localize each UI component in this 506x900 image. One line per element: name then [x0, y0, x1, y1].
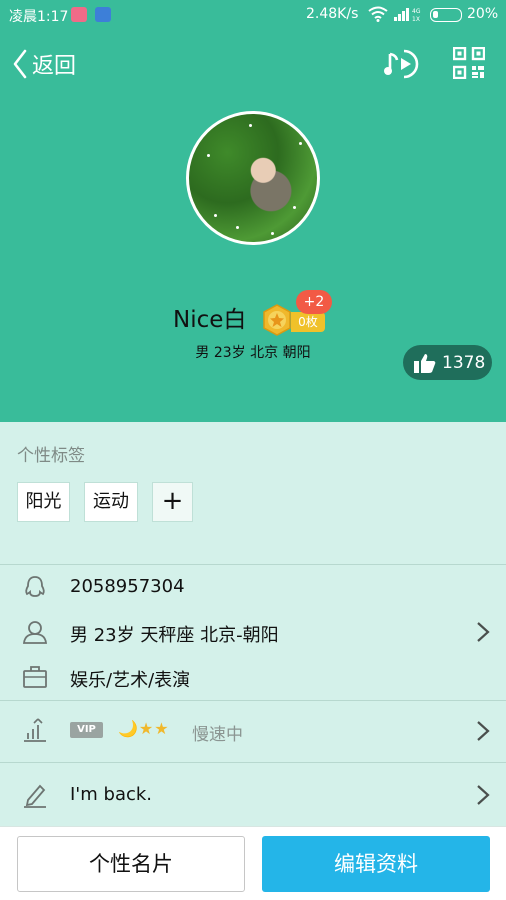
status-bar: 凌晨1:17 2.48K/s 4G 1X 20% — [0, 0, 506, 30]
chevron-right-icon[interactable] — [476, 720, 490, 742]
notification-app-icon — [71, 7, 87, 22]
like-count: 1378 — [442, 352, 486, 373]
battery-icon — [430, 8, 462, 22]
music-play-icon[interactable] — [384, 46, 422, 82]
signal-icon: 4G 1X — [394, 8, 421, 22]
chevron-right-icon[interactable] — [476, 784, 490, 806]
svg-text:4G: 4G — [412, 8, 421, 15]
signature: I'm back. — [70, 784, 153, 805]
briefcase-icon — [23, 666, 47, 688]
medal-icon[interactable] — [262, 304, 292, 336]
battery-percent: 20% — [467, 6, 499, 22]
medal-count: 0枚 — [291, 312, 325, 332]
medal-plus-badge: +2 — [296, 290, 332, 314]
chevron-right-icon[interactable] — [476, 621, 490, 643]
edit-profile-button[interactable]: 编辑资料 — [262, 836, 490, 892]
divider — [0, 700, 506, 701]
net-speed: 2.48K/s — [306, 6, 359, 22]
level-icons: 🌙★★ — [118, 719, 170, 738]
back-label: 返回 — [32, 54, 77, 79]
qq-number: 2058957304 — [70, 576, 185, 597]
personal-card-button[interactable]: 个性名片 — [17, 836, 245, 892]
tag-item[interactable]: 阳光 — [17, 482, 70, 522]
tag-item[interactable]: 运动 — [84, 482, 138, 522]
personal-info: 男 23岁 天秤座 北京-朝阳 — [70, 625, 279, 646]
notification-app-icon-2 — [95, 7, 111, 22]
status-time: 凌晨1:17 — [9, 9, 69, 25]
level-up-icon — [24, 718, 46, 742]
chevron-left-icon — [13, 49, 27, 79]
wifi-icon — [368, 6, 388, 22]
pencil-icon — [24, 784, 46, 808]
back-button[interactable]: 返回 — [12, 46, 76, 82]
vip-badge: VIP — [70, 722, 103, 738]
occupation: 娱乐/艺术/表演 — [70, 670, 191, 691]
thumbs-up-icon — [414, 353, 436, 373]
avatar[interactable] — [186, 111, 320, 245]
level-status: 慢速中 — [192, 725, 243, 745]
tags-section-title: 个性标签 — [17, 446, 85, 466]
add-tag-button[interactable]: + — [152, 482, 193, 522]
svg-text:1X: 1X — [412, 16, 420, 22]
like-button[interactable]: 1378 — [403, 345, 492, 380]
divider — [0, 564, 506, 565]
bottom-action-bar: 个性名片 编辑资料 — [0, 826, 506, 900]
divider — [0, 762, 506, 763]
qq-penguin-icon — [25, 576, 45, 597]
qr-code-icon[interactable] — [453, 47, 485, 79]
nickname: Nice白 — [173, 307, 247, 333]
person-icon — [22, 621, 48, 644]
